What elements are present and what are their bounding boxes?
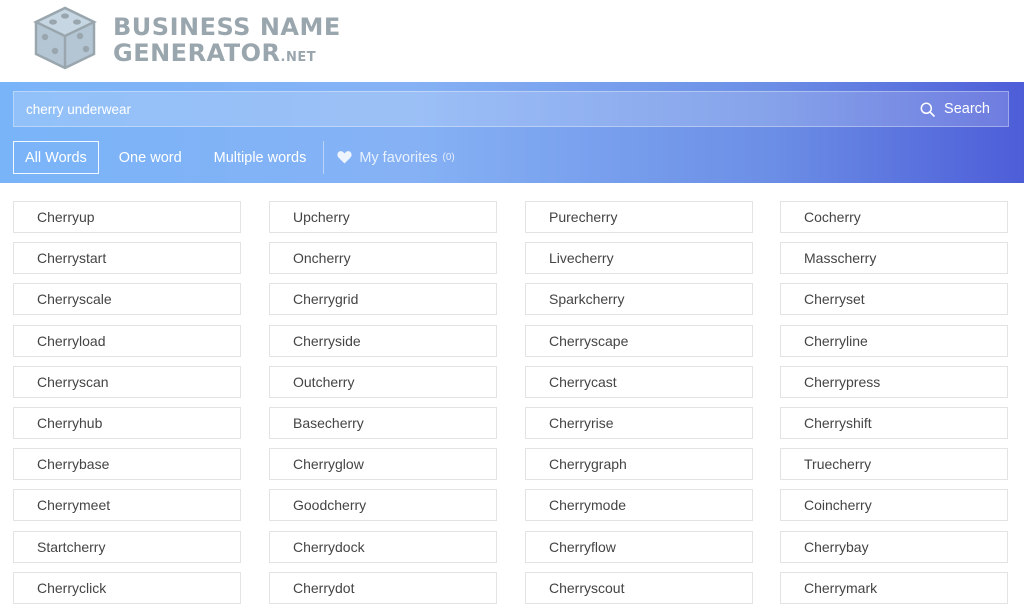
name-suggestion-card[interactable]: Purecherry — [525, 201, 753, 233]
name-suggestion-card[interactable]: Cherrybay — [780, 531, 1008, 563]
cube-logo-icon — [33, 6, 97, 70]
logo-wordmark: BUSINESS NAME GENERATOR.NET — [113, 11, 341, 65]
name-suggestion-card[interactable]: Basecherry — [269, 407, 497, 439]
name-suggestion-card[interactable]: Upcherry — [269, 201, 497, 233]
name-suggestion-card[interactable]: Cherrycast — [525, 366, 753, 398]
logo-line-2-text: GENERATOR — [113, 39, 281, 67]
name-suggestion-card[interactable]: Cherryrise — [525, 407, 753, 439]
search-button[interactable]: Search — [920, 92, 990, 126]
name-suggestion-card[interactable]: Cherrygraph — [525, 448, 753, 480]
tab-multiple-words[interactable]: Multiple words — [203, 141, 318, 174]
name-suggestion-card[interactable]: Cherryscan — [13, 366, 241, 398]
name-suggestion-card[interactable]: Cherryscout — [525, 572, 753, 604]
name-suggestion-card[interactable]: Cherryscale — [13, 283, 241, 315]
name-suggestion-card[interactable]: Truecherry — [780, 448, 1008, 480]
name-suggestion-card[interactable]: Cherryclick — [13, 572, 241, 604]
name-suggestion-card[interactable]: Cherryset — [780, 283, 1008, 315]
name-suggestion-card[interactable]: Cherryup — [13, 201, 241, 233]
search-input[interactable] — [14, 92, 894, 126]
tab-all-words[interactable]: All Words — [13, 141, 99, 174]
favorites-label: My favorites — [359, 149, 438, 166]
heart-icon — [337, 151, 352, 164]
name-suggestion-card[interactable]: Cherrygrid — [269, 283, 497, 315]
name-suggestion-card[interactable]: Cherrydock — [269, 531, 497, 563]
logo-line-1: BUSINESS NAME — [113, 13, 341, 41]
name-suggestion-card[interactable]: Cherrydot — [269, 572, 497, 604]
search-band: Search All Words One word Multiple words… — [0, 82, 1024, 183]
search-bar: Search — [13, 91, 1009, 127]
tab-my-favorites[interactable]: My favorites (0) — [337, 141, 455, 174]
name-suggestion-card[interactable]: Startcherry — [13, 531, 241, 563]
name-suggestion-card[interactable]: Outcherry — [269, 366, 497, 398]
name-suggestion-card[interactable]: Livecherry — [525, 242, 753, 274]
name-suggestion-card[interactable]: Cherrypress — [780, 366, 1008, 398]
name-suggestion-card[interactable]: Cherrybase — [13, 448, 241, 480]
name-suggestion-card[interactable]: Cherryside — [269, 325, 497, 357]
name-suggestion-card[interactable]: Cherrymode — [525, 489, 753, 521]
name-suggestion-card[interactable]: Cherryhub — [13, 407, 241, 439]
favorites-count: (0) — [442, 152, 455, 163]
name-suggestion-card[interactable]: Cherryshift — [780, 407, 1008, 439]
filter-tabs: All Words One word Multiple words My fav… — [13, 141, 455, 174]
name-suggestion-card[interactable]: Masscherry — [780, 242, 1008, 274]
name-suggestion-card[interactable]: Cherryscape — [525, 325, 753, 357]
name-suggestion-card[interactable]: Cocherry — [780, 201, 1008, 233]
site-logo[interactable]: BUSINESS NAME GENERATOR.NET — [33, 5, 341, 71]
tab-one-word[interactable]: One word — [108, 141, 193, 174]
search-button-label: Search — [944, 101, 990, 117]
tab-divider — [323, 141, 325, 174]
name-suggestion-card[interactable]: Cherryflow — [525, 531, 753, 563]
search-icon — [920, 102, 935, 117]
name-suggestion-card[interactable]: Cherryload — [13, 325, 241, 357]
name-suggestion-card[interactable]: Cherrystart — [13, 242, 241, 274]
name-suggestion-card[interactable]: Cherryline — [780, 325, 1008, 357]
name-suggestion-card[interactable]: Coincherry — [780, 489, 1008, 521]
name-suggestion-card[interactable]: Cherrymeet — [13, 489, 241, 521]
logo-suffix: .NET — [280, 50, 317, 65]
name-suggestion-card[interactable]: Goodcherry — [269, 489, 497, 521]
name-results-grid: Cherryup Upcherry Purecherry Cocherry Cherry… — [0, 183, 1024, 608]
name-suggestion-card[interactable]: Cherryglow — [269, 448, 497, 480]
name-suggestion-card[interactable]: Sparkcherry — [525, 283, 753, 315]
logo-line-2: GENERATOR.NET — [113, 41, 341, 65]
name-suggestion-card[interactable]: Cherrymark — [780, 572, 1008, 604]
name-suggestion-card[interactable]: Oncherry — [269, 242, 497, 274]
site-header: BUSINESS NAME GENERATOR.NET — [0, 0, 1024, 82]
